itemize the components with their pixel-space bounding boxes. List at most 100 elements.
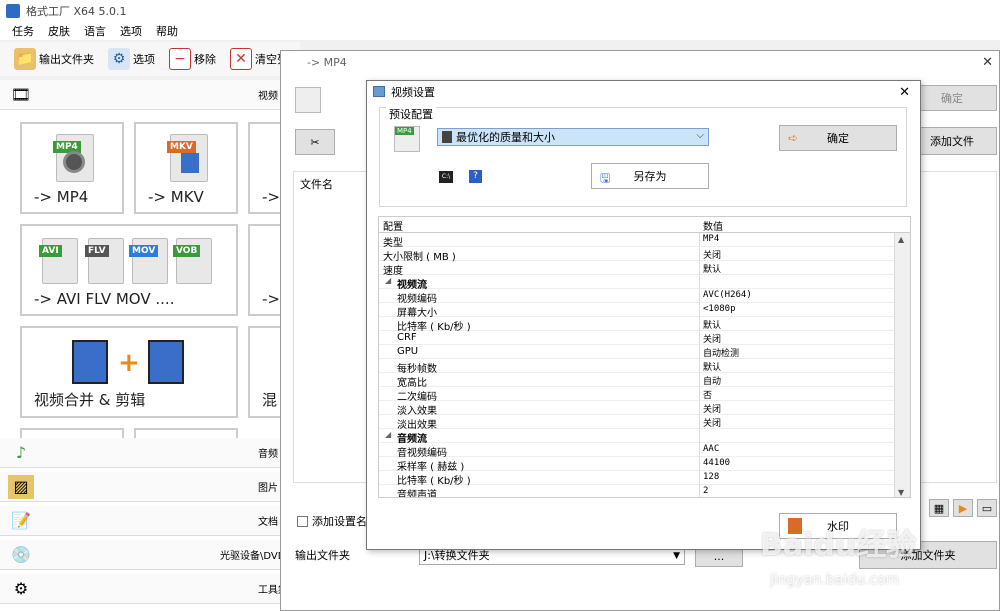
settings-value[interactable]: 自动检测 [703,346,739,359]
settings-row[interactable]: 音视频编码 AAC [379,443,896,459]
settings-row[interactable]: 屏幕大小 <1080p [379,303,896,319]
settings-row[interactable]: 二次编码否 [379,387,896,403]
settings-row[interactable]: 比特率 ( Kb/秒 ) 默认 [379,317,896,333]
settings-row[interactable]: ◢ 音频流 [379,429,896,445]
settings-ok-button[interactable]: ➪ 确定 [779,125,897,151]
settings-value[interactable]: 默认 [703,318,721,331]
disc-icon: 💿 [11,545,31,564]
settings-grid[interactable]: 配置 数值 类型 MP4 大小限制 ( MB ) 关闭 速度 默认 ◢ 视频流 视频编码 AVC(… [378,216,911,498]
column-separator [699,415,700,429]
settings-ok-label: 确定 [827,132,849,145]
tile-avi-flv-mov[interactable]: AVI FLV MOV VOB -> AVI FLV MOV .... [20,224,238,316]
preset-value: 最优化的质量和大小 [456,131,555,144]
settings-row[interactable]: GPU 自动检测 [379,345,896,359]
picture-icon: ▨ [8,474,34,499]
tile-merge-label: 视频合并 & 剪辑 [34,391,146,409]
settings-row[interactable]: 比特率 ( Kb/秒 ) 128 [379,471,896,487]
menu-options[interactable]: 选项 [120,23,142,39]
clip-button[interactable]: ✂ [295,129,335,155]
settings-icon[interactable]: ▦ [929,499,949,517]
column-separator [699,247,700,261]
settings-row[interactable]: 速度 默认 [379,261,896,277]
close-icon[interactable]: ✕ [982,55,993,70]
menu-task[interactable]: 任务 [12,23,34,39]
settings-value[interactable]: 默认 [703,360,721,373]
preset-group: 预设配置 MP4 [379,106,907,207]
tile-mp4-label: -> MP4 [34,188,89,206]
preset-select[interactable]: 最优化的质量和大小 ⌵ [437,128,709,146]
tile-mkv[interactable]: MKV -> MKV [134,122,238,214]
help-icon[interactable]: ? [469,170,482,183]
command-line-icon[interactable]: C:\ [439,171,453,183]
tile-merge-edit[interactable]: + 视频合并 & 剪辑 [20,326,238,418]
save-as-button[interactable]: 🖫 另存为 [591,163,709,189]
settings-value[interactable]: AVC(H264) [703,290,752,300]
settings-row[interactable]: 类型 MP4 [379,233,896,249]
play-icon[interactable]: ▶ [953,499,973,517]
tile-multi-label: -> AVI FLV MOV .... [34,290,175,308]
output-folder-button[interactable]: 📁 输出文件夹 [10,45,98,73]
scrollbar[interactable]: ▲ ▼ [894,233,910,497]
close-icon[interactable]: ✕ [899,85,910,100]
collapse-icon[interactable]: ◢ [385,276,391,285]
category-tools[interactable]: ⚙ 工具集 [0,574,288,604]
settings-value[interactable]: MP4 [703,234,719,244]
settings-row[interactable]: ◢ 视频流 [379,275,896,291]
category-document[interactable]: 📝 文档 [0,506,286,536]
column-separator [699,471,700,485]
tile-row4-a[interactable] [20,428,124,438]
column-separator [699,331,700,345]
tile-mkv-label: -> MKV [148,188,204,206]
settings-value[interactable]: 否 [703,388,712,401]
settings-row[interactable]: CRF 关闭 [379,331,896,345]
settings-row[interactable]: 大小限制 ( MB ) 关闭 [379,247,896,263]
app-title: 格式工厂 X64 5.0.1 [26,5,127,18]
scroll-down-icon[interactable]: ▼ [898,488,904,497]
settings-key: 音频声道 [397,490,437,498]
settings-row[interactable]: 淡出效果 关闭 [379,415,896,431]
category-image[interactable]: ▨ 图片 [0,472,286,502]
column-separator [699,359,700,373]
menu-bar: 任务 皮肤 语言 选项 帮助 [0,22,1000,40]
menu-help[interactable]: 帮助 [156,23,178,39]
settings-row[interactable]: 视频编码 AVC(H264) [379,289,896,305]
settings-value[interactable]: 128 [703,472,719,482]
settings-row[interactable]: 宽高比 自动 [379,373,896,389]
settings-row[interactable]: 音频声道 2 [379,485,896,498]
settings-value[interactable]: <1080p [703,304,736,314]
settings-value[interactable]: 2 [703,486,708,496]
category-disc[interactable]: 💿 光驱设备\DVD [0,540,286,570]
tile-row4-b[interactable] [134,428,238,438]
settings-value[interactable]: AAC [703,444,719,454]
settings-row[interactable]: 每秒帧数 默认 [379,359,896,375]
remove-button[interactable]: − 移除 [165,45,220,73]
video-settings-title: 视频设置 [391,86,435,99]
category-video[interactable]: 🎞 视频 [0,80,286,110]
preview-icon[interactable]: ▭ [977,499,997,517]
column-separator [699,373,700,387]
settings-value[interactable]: 44100 [703,458,730,468]
reel-icon [63,151,85,173]
settings-value[interactable]: 关闭 [703,416,721,429]
menu-language[interactable]: 语言 [84,23,106,39]
tile-mp4[interactable]: MP4 -> MP4 [20,122,124,214]
settings-value[interactable]: 默认 [703,262,721,275]
collapse-icon[interactable]: ◢ [385,430,391,439]
category-video-label: 视频 [258,91,278,102]
settings-row[interactable]: 淡入效果 关闭 [379,401,896,417]
category-audio[interactable]: ♪ 音频 [0,438,286,468]
column-separator [699,429,700,443]
menu-skin[interactable]: 皮肤 [48,23,70,39]
category-panel: 🎞 视频 MP4 -> MP4 MKV -> MKV -> AVI FLV MO… [0,80,288,611]
settings-value[interactable]: 关闭 [703,248,721,261]
settings-row[interactable]: 采样率 ( 赫兹 ) 44100 [379,457,896,473]
settings-key: GPU [397,346,419,357]
settings-value[interactable]: 关闭 [703,332,721,345]
column-separator [699,317,700,331]
options-button[interactable]: ⚙ 选项 [104,45,159,73]
settings-value[interactable]: 自动 [703,374,721,387]
scissors-icon: ✂ [310,135,320,149]
add-settings-name-checkbox[interactable] [297,515,308,527]
scroll-up-icon[interactable]: ▲ [898,235,904,244]
settings-value[interactable]: 关闭 [703,402,721,415]
